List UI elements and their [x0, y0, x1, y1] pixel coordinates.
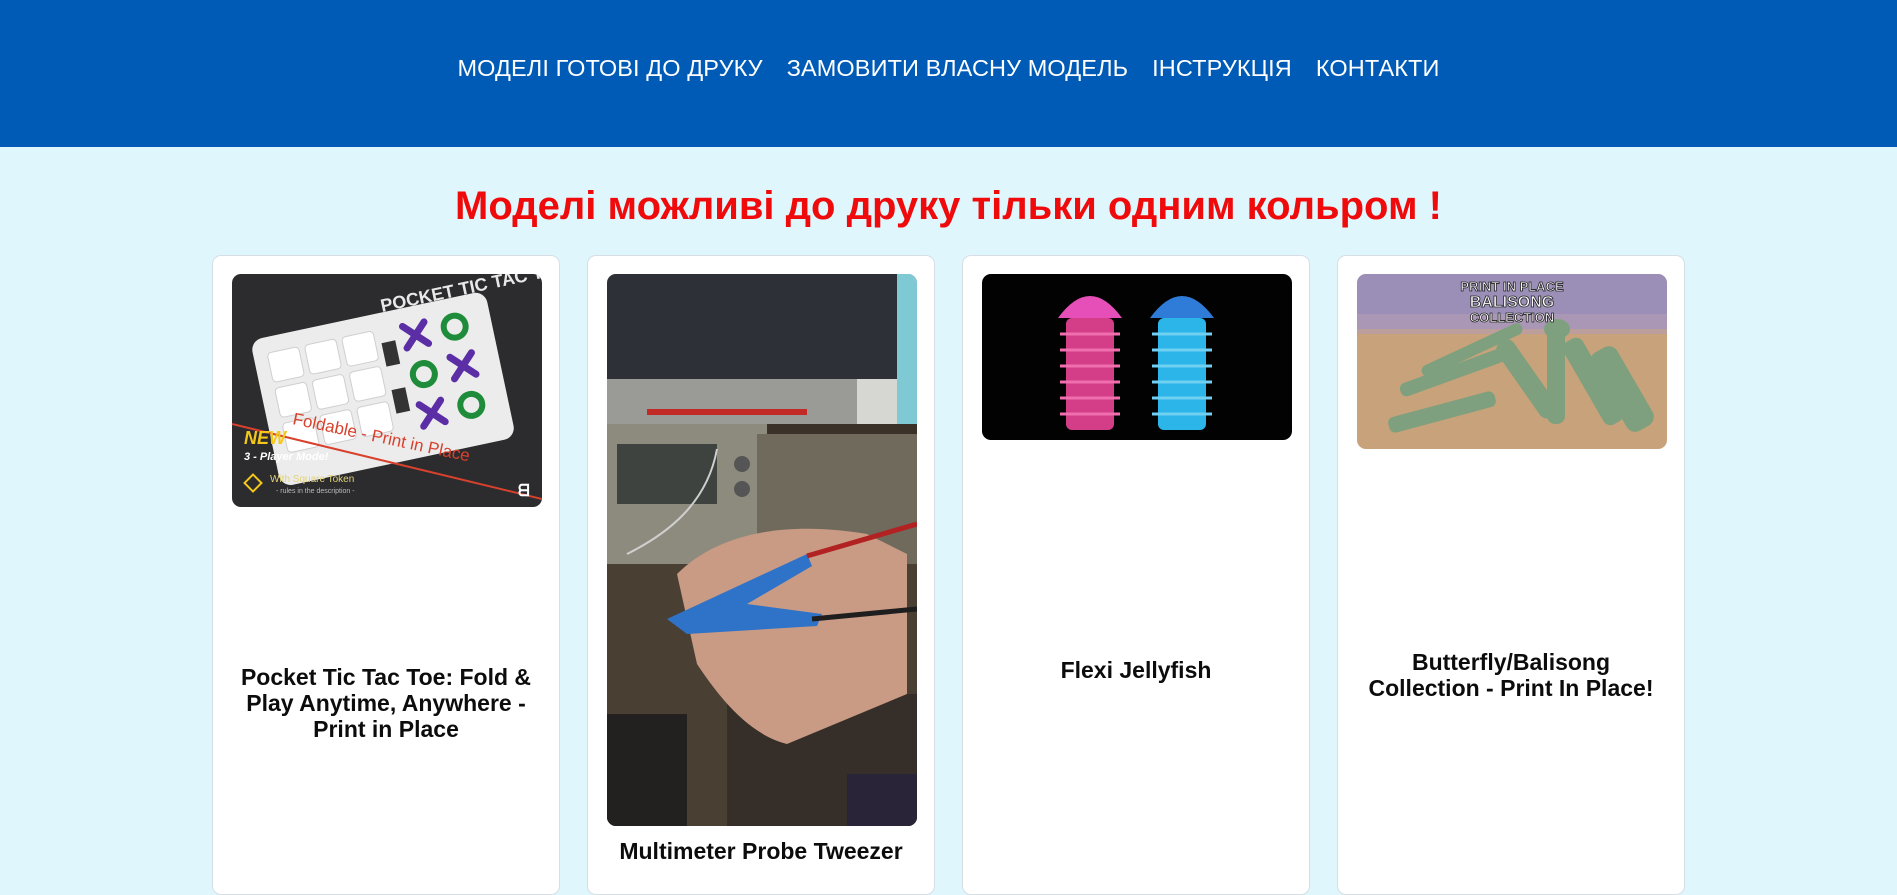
- image-mode: 3 - Player Mode!: [244, 451, 329, 463]
- product-title[interactable]: Multimeter Probe Tweezer: [606, 838, 916, 864]
- image-rules: - rules in the description -: [276, 488, 355, 495]
- product-title[interactable]: Flexi Jellyfish: [981, 657, 1291, 683]
- image-line1: PRINT IN PLACE: [1460, 279, 1564, 294]
- product-image[interactable]: PRINT IN PLACE BALISONG COLLECTION: [1357, 274, 1667, 449]
- main-nav: МОДЕЛІ ГОТОВІ ДО ДРУКУ ЗАМОВИТИ ВЛАСНУ М…: [0, 55, 1897, 82]
- product-image[interactable]: [607, 274, 917, 826]
- image-line2: BALISONG: [1470, 294, 1554, 311]
- product-card[interactable]: Multimeter Probe Tweezer: [587, 255, 935, 895]
- image-badge: NEW: [244, 428, 288, 448]
- nav-item-contacts[interactable]: КОНТАКТИ: [1304, 55, 1452, 82]
- product-card[interactable]: PRINT IN PLACE BALISONG COLLECTION Butte…: [1337, 255, 1685, 895]
- product-card[interactable]: Flexi Jellyfish: [962, 255, 1310, 895]
- product-image[interactable]: POCKET TIC TAC TOE Foldable - Print in P…: [232, 274, 542, 507]
- single-color-notice: Моделі можливі до друку тільки одним кол…: [455, 184, 1442, 228]
- image-line3: COLLECTION: [1470, 310, 1555, 325]
- site-header: МОДЕЛІ ГОТОВІ ДО ДРУКУ ЗАМОВИТИ ВЛАСНУ М…: [0, 0, 1897, 147]
- nav-item-order-custom-model[interactable]: ЗАМОВИТИ ВЛАСНУ МОДЕЛЬ: [775, 55, 1140, 82]
- product-card[interactable]: POCKET TIC TAC TOE Foldable - Print in P…: [212, 255, 560, 895]
- product-title[interactable]: Pocket Tic Tac Toe: Fold & Play Anytime,…: [231, 664, 541, 742]
- product-image[interactable]: [982, 274, 1292, 440]
- nav-item-instructions[interactable]: ІНСТРУКЦІЯ: [1140, 55, 1304, 82]
- product-title[interactable]: Butterfly/Balisong Collection - Print In…: [1356, 649, 1666, 701]
- brand-mark-icon: ᗺ: [518, 483, 530, 500]
- image-token: With Square Token: [270, 474, 354, 485]
- nav-item-ready-models[interactable]: МОДЕЛІ ГОТОВІ ДО ДРУКУ: [445, 55, 774, 82]
